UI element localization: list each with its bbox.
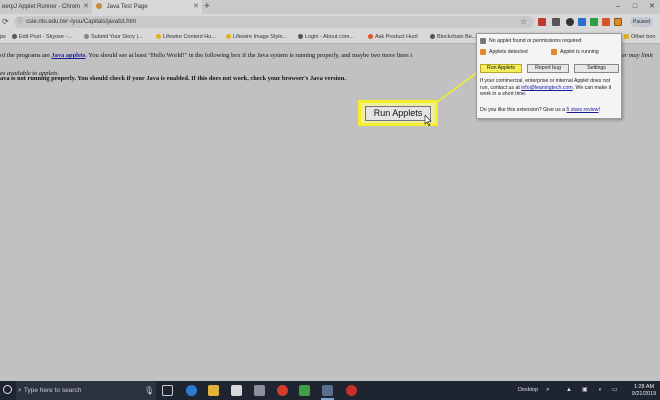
address-bar[interactable]: ⓘ csie.ntu.edu.tw/~lyuu/Capitals/javatst… [14,16,534,28]
tab-applet-runner[interactable]: eerpJ Applet Runner - Chrom ✕ [0,0,92,14]
java-applets-link[interactable]: Java applets [51,52,85,59]
bookmark-icon [12,34,17,40]
minimize-button[interactable]: – [610,0,626,14]
bookmark-icon [84,34,89,40]
bookmark-folder-other[interactable]: Other boo [624,30,655,44]
bookmark-item[interactable]: Submit Your Story |... [84,30,143,44]
app-icon[interactable] [322,385,333,396]
clock-time: 1:28 AM [633,384,655,390]
intro-text: . You should see at least "Hello World!"… [85,52,413,59]
mouse-cursor-icon [424,114,432,129]
bookmark-item[interactable]: Lifewire Image Style... [226,30,287,44]
bookmark-item[interactable]: Edit Post - Skyose -... [12,30,72,44]
close-icon[interactable]: ✕ [83,0,89,14]
maximize-button[interactable]: □ [627,0,643,14]
app-icon[interactable] [254,385,265,396]
bookmark-item[interactable]: Login - About.com... [298,30,354,44]
bookmark-icon [226,34,231,40]
extension-icon[interactable] [552,18,560,26]
close-icon[interactable]: ✕ [193,0,199,14]
tab-title: Java Test Page [106,4,148,10]
bookmark-item[interactable]: Ask Product Hunt [368,30,418,44]
bookmark-icon [368,34,373,40]
tab-java-test-page[interactable]: Java Test Page ✕ [92,0,202,14]
run-applets-button[interactable]: Run Applets [365,106,431,121]
tray-expand-icon[interactable]: » [546,381,549,400]
support-email-link[interactable]: info@leaningtech.com [521,85,572,91]
intro-paragraph: of the programs are Java applets. You sh… [0,51,470,77]
bookmark-icon [430,34,435,40]
profile-paused-button[interactable]: Paused [630,17,653,27]
edge-icon[interactable] [186,385,197,396]
extension-icon[interactable] [578,18,586,26]
intro-text-right: er may limit [622,52,653,59]
taskbar-search-box[interactable]: ⌕ Type here to search [16,381,156,400]
cheerpj-extension-popup: No applet found or permissions required … [476,33,622,119]
status-row: Applet is running [551,48,599,56]
extension-icon[interactable] [566,18,574,26]
windows-taskbar: ⌕ Type here to search 🎙 Desktop » ▲ ▣ ◖ … [0,381,660,400]
clock-date: 9/21/2019 [631,391,657,397]
tray-icon[interactable]: ▲ [566,381,572,400]
extension-icon[interactable] [590,18,598,26]
volume-icon[interactable]: ◖ [598,381,602,400]
task-view-icon[interactable] [162,385,173,396]
settings-button[interactable]: Settings [574,64,619,73]
status-row: Applets detected [480,48,528,56]
close-window-button[interactable]: ✕ [644,0,660,14]
support-info: If your commercial, enterprise or intern… [480,78,612,98]
info-icon[interactable]: ⓘ [17,16,23,28]
file-explorer-icon[interactable] [208,385,219,396]
status-icon [480,48,486,55]
taskbar-clock[interactable]: 1:28 AM 9/21/2019 [630,384,658,398]
network-icon[interactable]: ▣ [582,381,588,400]
bookmark-item[interactable]: Blockchain Be... [430,30,476,44]
intro-text: of the programs are [0,52,50,59]
microphone-icon[interactable]: 🎙 [144,381,154,400]
bookmark-item[interactable]: ps [0,30,6,44]
popup-run-applets-button[interactable]: Run Applets [480,64,522,73]
app-icon[interactable] [299,385,310,396]
bookmark-item[interactable]: Lifewire Content Hu... [156,30,216,44]
app-icon[interactable] [346,385,357,396]
status-icon [551,48,557,55]
new-tab-button[interactable]: + [204,0,210,14]
review-link[interactable]: 5 stars review [567,107,599,113]
desktop-toolbar[interactable]: Desktop [518,381,538,400]
status-row: No applet found or permissions required [480,37,581,45]
favicon-icon [96,3,102,10]
vivaldi-icon[interactable] [277,385,288,396]
store-icon[interactable] [231,385,242,396]
battery-icon[interactable]: ▭ [612,381,618,400]
cheerpj-extension-icon[interactable] [614,18,622,26]
bookmark-icon [298,34,303,40]
status-icon [480,37,486,44]
report-bug-button[interactable]: Report bug [527,64,569,73]
folder-icon [624,34,629,40]
browser-tab-strip: eerpJ Applet Runner - Chrom ✕ Java Test … [0,0,660,14]
reload-icon[interactable]: ⟳ [2,14,9,30]
url-text: csie.ntu.edu.tw/~lyuu/Capitals/javatst.h… [26,19,137,25]
java-warning: ava is not running properly. You should … [0,75,346,82]
extension-icon[interactable] [538,18,546,26]
bookmark-icon [156,34,161,40]
extension-icon[interactable] [602,18,610,26]
address-toolbar: ⟳ ⓘ csie.ntu.edu.tw/~lyuu/Capitals/javat… [0,14,660,30]
tab-title: eerpJ Applet Runner - Chrom [2,4,81,10]
start-button[interactable] [3,385,12,394]
bookmark-star-icon[interactable]: ☆ [520,14,527,30]
review-request: Do you like this extension? Give us a 5 … [480,107,600,113]
